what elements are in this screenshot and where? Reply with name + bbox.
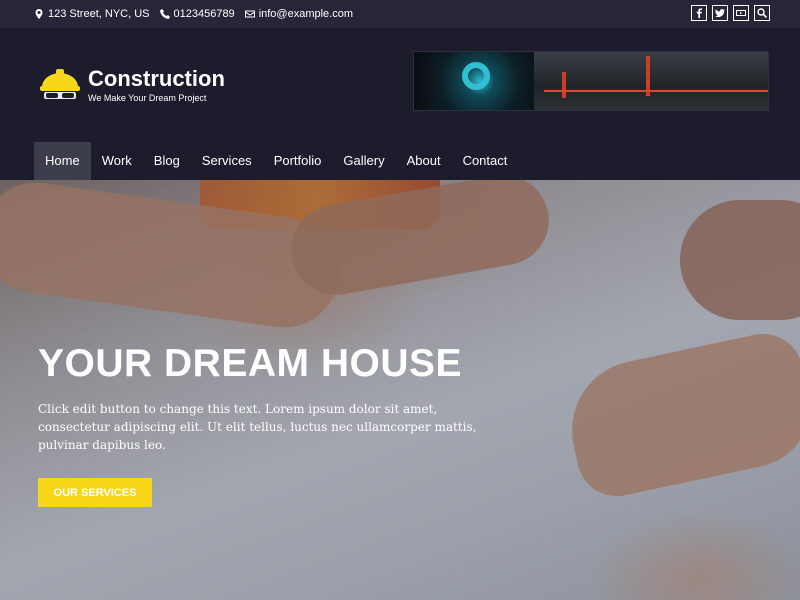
nav-item-portfolio[interactable]: Portfolio [263,142,333,180]
site-header: Construction We Make Your Dream Project … [0,28,800,180]
phone-item: 0123456789 [159,8,235,20]
youtube-icon[interactable] [733,5,749,21]
main-navigation: Home Work Blog Services Portfolio Galler… [34,142,518,180]
contact-info: 123 Street, NYC, US 0123456789 info@exam… [34,0,353,28]
address-text: 123 Street, NYC, US [48,8,150,20]
hero-overlay [0,180,800,600]
nav-item-work[interactable]: Work [91,142,143,180]
facebook-icon[interactable] [691,5,707,21]
header-banner-image [413,51,769,111]
hero-title: YOUR DREAM HOUSE [38,342,463,385]
brand-name: Construction [88,65,225,91]
nav-item-gallery[interactable]: Gallery [332,142,395,180]
twitter-icon[interactable] [712,5,728,21]
nav-item-contact[interactable]: Contact [452,142,519,180]
hero-description: Click edit button to change this text. L… [38,402,477,452]
nav-item-blog[interactable]: Blog [143,142,191,180]
bridge-image [534,52,768,110]
email-item[interactable]: info@example.com [244,8,353,20]
phone-text: 0123456789 [173,8,235,20]
nav-item-services[interactable]: Services [191,142,263,180]
envelope-icon [244,10,255,18]
hero-section: YOUR DREAM HOUSE Click edit button to ch… [0,180,800,600]
map-marker-icon [35,9,43,19]
machinery-image [414,52,534,110]
email-text[interactable]: info@example.com [259,8,353,20]
our-services-button[interactable]: OUR SERVICES [38,478,152,507]
hard-hat-icon [40,69,80,99]
brand-tagline: We Make Your Dream Project [88,92,207,103]
phone-icon [159,9,170,19]
nav-item-home[interactable]: Home [34,142,91,180]
social-links [691,5,770,21]
top-bar: 123 Street, NYC, US 0123456789 info@exam… [0,0,800,28]
address-item: 123 Street, NYC, US [34,8,150,20]
site-logo[interactable]: Construction We Make Your Dream Project [38,63,225,107]
search-icon[interactable] [754,5,770,21]
nav-item-about[interactable]: About [396,142,452,180]
